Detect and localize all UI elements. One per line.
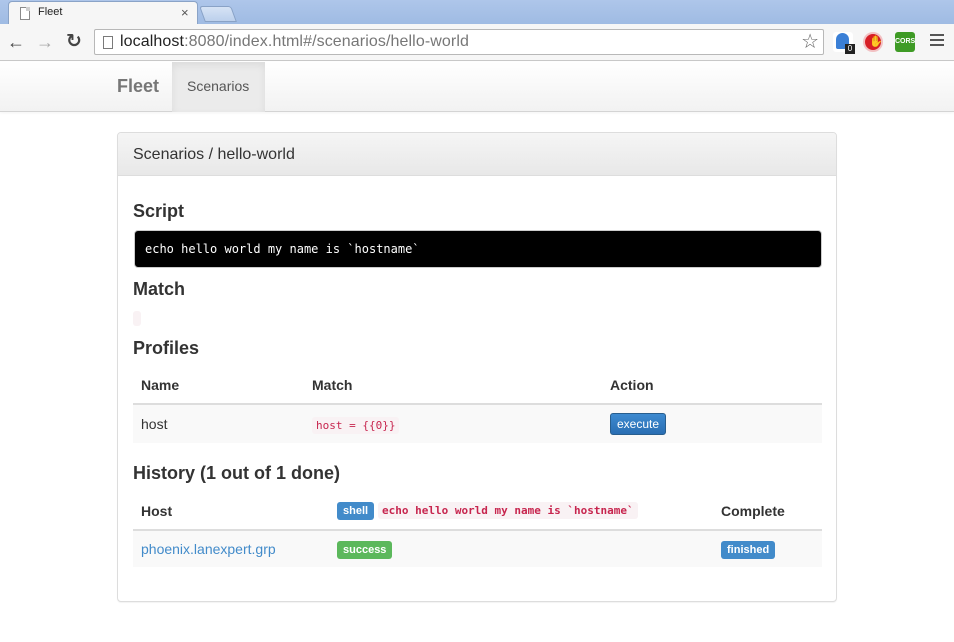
- browser-tabstrip: Fleet ×: [0, 0, 954, 25]
- brand-logo[interactable]: Fleet: [117, 76, 159, 97]
- column-header: Name: [133, 366, 304, 405]
- page-icon: [103, 36, 113, 49]
- complete-badge: finished: [721, 540, 776, 559]
- column-header: Complete: [713, 492, 822, 531]
- command-header: shell echo hello world my name is `hostn…: [329, 492, 713, 531]
- panel-heading: Scenarios / hello-world: [118, 133, 836, 176]
- cors-extension-icon[interactable]: CORS: [895, 32, 915, 52]
- profile-name: host: [133, 404, 304, 443]
- stop-extension-icon[interactable]: ✋: [863, 32, 883, 52]
- history-status-cell: success: [329, 530, 713, 567]
- profile-match-cell: host = {{0}}: [304, 404, 602, 443]
- history-table: Host shell echo hello world my name is `…: [133, 492, 822, 567]
- profiles-table: Name Match Action host host = {{0}} exec…: [133, 366, 822, 443]
- table-row: host host = {{0}} execute: [133, 404, 822, 443]
- profiles-heading: Profiles: [133, 338, 200, 358]
- table-header-row: Host shell echo hello world my name is `…: [133, 492, 822, 531]
- history-host-cell: phoenix.lanexpert.grp: [133, 530, 329, 567]
- script-code-block: echo hello world my name is `hostname`: [134, 230, 822, 268]
- address-bar[interactable]: localhost:8080/index.html#/scenarios/hel…: [94, 29, 824, 55]
- command-code: echo hello world my name is `hostname`: [377, 502, 638, 519]
- bookmark-star-icon[interactable]: ☆: [801, 31, 819, 53]
- new-tab-button[interactable]: [199, 6, 237, 22]
- nav-item-label: Scenarios: [187, 78, 250, 94]
- tab-title: Fleet: [38, 6, 63, 18]
- app-navbar: Fleet Scenarios: [0, 62, 954, 112]
- table-row: phoenix.lanexpert.grp success finished: [133, 530, 822, 567]
- match-code: [133, 311, 141, 326]
- profile-match-code: host = {{0}}: [312, 417, 400, 434]
- page-icon: [20, 7, 30, 20]
- column-header: Host: [133, 492, 329, 531]
- column-header: Match: [304, 366, 602, 405]
- nav-item-scenarios[interactable]: Scenarios: [172, 62, 265, 112]
- table-header-row: Name Match Action: [133, 366, 822, 405]
- profile-action-cell: execute: [602, 404, 822, 443]
- shell-badge: shell: [337, 502, 375, 520]
- history-complete-cell: finished: [713, 530, 822, 567]
- match-heading: Match: [133, 279, 186, 299]
- execute-button[interactable]: execute: [610, 413, 667, 435]
- browser-toolbar: ← → ↻ localhost:8080/index.html#/scenari…: [0, 24, 954, 61]
- status-badge: success: [337, 540, 393, 559]
- extension-badge: 0: [845, 44, 855, 54]
- column-header: Action: [602, 366, 822, 405]
- url-text: localhost:8080/index.html#/scenarios/hel…: [120, 33, 470, 50]
- scenario-panel: Scenarios / hello-world Script echo hell…: [117, 132, 837, 602]
- reload-icon[interactable]: ↻: [64, 32, 84, 52]
- ghost-extension-icon[interactable]: 0: [833, 32, 855, 54]
- script-heading: Script: [133, 201, 185, 221]
- close-icon[interactable]: ×: [181, 5, 189, 21]
- history-heading: History (1 out of 1 done): [133, 463, 340, 483]
- back-arrow-icon[interactable]: ←: [6, 32, 26, 52]
- forward-arrow-icon[interactable]: →: [35, 32, 55, 52]
- host-link[interactable]: phoenix.lanexpert.grp: [141, 541, 276, 557]
- hamburger-menu-icon[interactable]: [930, 34, 944, 49]
- browser-tab[interactable]: Fleet ×: [8, 1, 198, 25]
